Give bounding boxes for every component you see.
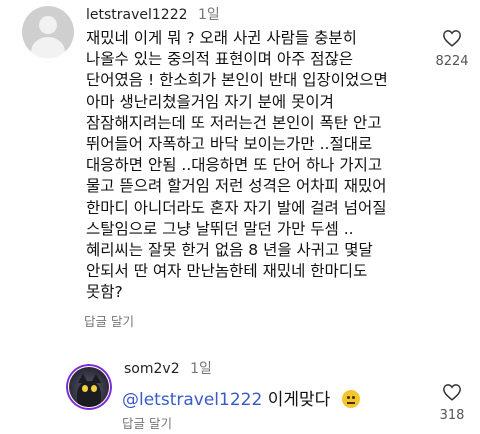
comment-time: 1일 xyxy=(197,7,220,23)
reply-button[interactable]: 답글 xyxy=(122,416,145,431)
comment-letstravel1222: letstravel1222 1일 재밌네 이게 뭐 ? 오래 사귄 사람들 충… xyxy=(0,0,480,340)
comment-meta: letstravel1222 1일 xyxy=(86,4,220,24)
like-button[interactable]: 318 xyxy=(432,383,472,423)
cat-avatar[interactable] xyxy=(66,364,112,410)
cat-eye xyxy=(91,385,97,392)
heart-outline-icon xyxy=(443,30,461,47)
cat-silhouette xyxy=(77,381,101,407)
reply-more-button[interactable]: 달기 xyxy=(111,314,134,329)
cat-ear xyxy=(91,374,101,383)
like-count: 318 xyxy=(439,408,465,423)
comment-line: 못함? xyxy=(86,283,123,302)
avatar-head-shape xyxy=(39,16,57,34)
comment-line: 혜리씨는 잘못 한거 없음 8 년을 사귀고 몇달 xyxy=(86,241,373,260)
comment-body: 이게맞다 xyxy=(267,390,331,410)
comment-line: 재밌네 이게 뭐 ? 오래 사귄 사람들 충분히 xyxy=(86,29,357,47)
comment-line: 한마디 아니더라도 혼자 자기 발에 걸려 넘어질 xyxy=(86,198,387,217)
comment-meta: som2v2 1일 xyxy=(124,358,212,378)
comment-line: 물고 뜯으려 할거임 저런 성격은 어차피 재밌어 xyxy=(86,177,387,196)
comment-time: 1일 xyxy=(190,361,212,377)
comment-som2v2: som2v2 1일 @letstravel1222 이게맞다 답글 달기 318 xyxy=(0,356,480,434)
heart-outline-icon xyxy=(443,384,461,401)
cat-ear xyxy=(78,374,88,383)
comment-line: 단어였음 ! 한소희가 본인이 반대 입장이었으면 xyxy=(86,71,388,90)
comment-username[interactable]: som2v2 xyxy=(124,361,180,377)
emoji-mouth xyxy=(346,402,355,404)
grimacing-face-emoji xyxy=(341,390,360,408)
like-button[interactable]: 8224 xyxy=(432,29,472,69)
comment-line: 나올수 있는 중의적 표현이며 아주 점잖은 xyxy=(86,50,354,69)
comment-line: 뛰어들어 자폭하고 바닥 보이는가만 ..절대로 xyxy=(86,135,373,154)
comment-line: 스탈임으로 그냥 날뛰던 말던 가만 두셈 .. xyxy=(86,219,354,238)
emoji-eye xyxy=(351,396,355,399)
comment-line: 안되서 딴 여자 만난놈한테 재밌네 한마디도 xyxy=(86,262,368,281)
comment-actions: 답글 달기 xyxy=(84,311,134,330)
comment-username[interactable]: letstravel1222 xyxy=(86,7,188,23)
default-avatar[interactable] xyxy=(22,6,74,58)
reply-button[interactable]: 답글 xyxy=(84,314,107,329)
emoji-eye xyxy=(346,396,350,399)
avatar-body-shape xyxy=(31,37,65,58)
comment-actions: 답글 달기 xyxy=(122,413,172,432)
cat-eye xyxy=(82,385,88,392)
comment-text: @letstravel1222 이게맞다 xyxy=(122,385,360,410)
avatar-photo xyxy=(69,367,109,407)
mention-link[interactable]: @letstravel1222 xyxy=(122,390,262,410)
reply-more-button[interactable]: 달기 xyxy=(149,416,172,431)
like-count: 8224 xyxy=(435,54,469,69)
comment-line: 대응하면 안됨 ..대응하면 또 단어 하나 가지고 xyxy=(86,156,383,175)
comment-line: 아마 생난리쳤을거임 자기 분에 못이겨 xyxy=(86,92,334,111)
comment-line: 잠잠해지려는데 또 저러는건 본인이 폭탄 안고 xyxy=(86,113,382,132)
comment-text: 재밌네 이게 뭐 ? 오래 사귄 사람들 충분히 나올수 있는 중의적 표현이며… xyxy=(86,28,436,304)
